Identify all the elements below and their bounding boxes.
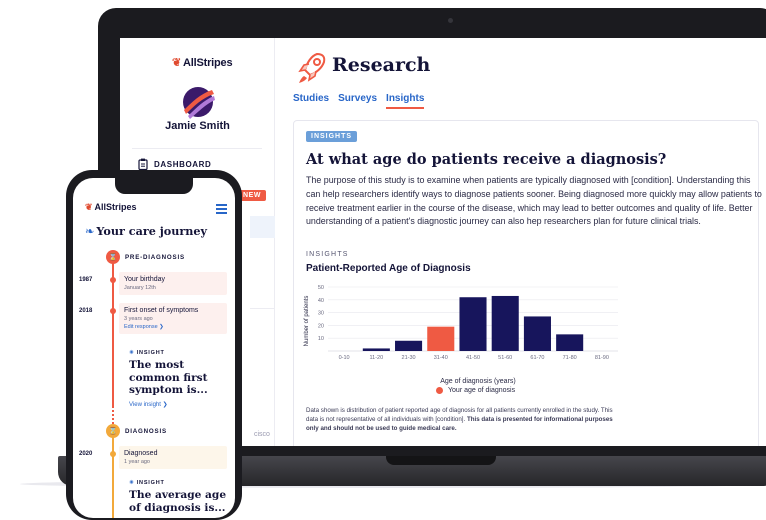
insight-kicker-text: INSIGHT	[136, 350, 165, 356]
insight-card: INSIGHTS At what age do patients receive…	[293, 120, 762, 446]
x-tick-label: 41-50	[466, 355, 480, 361]
edit-response-link[interactable]: Edit response ❯	[124, 324, 222, 330]
phone-brand-logo[interactable]: ❦ AllStripes	[85, 202, 137, 213]
y-tick-label: 40	[318, 298, 324, 304]
insight-kicker-text: INSIGHT	[136, 480, 165, 486]
tab-studies[interactable]: Studies	[293, 93, 329, 109]
x-tick-label: 51-60	[498, 355, 512, 361]
event-year: 1987	[79, 277, 93, 283]
event-subtitle: 1 year ago	[124, 459, 150, 465]
event-subtitle: January 12th	[124, 285, 156, 291]
logo-icon: ❦	[85, 202, 93, 212]
legend-dot	[436, 387, 443, 394]
divider	[250, 308, 275, 309]
x-tick-label: 81-90	[595, 355, 609, 361]
clipboard-icon	[138, 158, 148, 170]
chart-title: Patient-Reported Age of Diagnosis	[306, 263, 471, 274]
view-insight-link[interactable]: View insight ❯	[129, 401, 229, 408]
bar-21-30	[395, 340, 423, 351]
bar-11-20	[362, 348, 390, 351]
tab-bar: Studies Surveys Insights	[293, 93, 425, 109]
camera	[448, 18, 453, 23]
sidebar-item-research[interactable]	[250, 216, 275, 238]
stage-label-pre-diagnosis: PRE-DIAGNOSIS	[125, 254, 185, 261]
insights-pill: INSIGHTS	[306, 131, 358, 142]
phone-brand-name: AllStripes	[94, 202, 137, 212]
timeline-event-symptoms[interactable]: First onset of symptoms 3 years ago Edit…	[119, 303, 227, 334]
age-diagnosis-chart: Number of patients Age of diagnosis (yea…	[304, 285, 618, 385]
hamburger-menu-icon[interactable]	[216, 204, 227, 216]
timeline-dotted-line	[112, 394, 114, 424]
new-badge: NEW	[238, 190, 267, 201]
insight-headline: The most common first symptom is...	[129, 359, 208, 397]
insight-block-symptom: ☀ INSIGHT The most common first symptom i…	[129, 350, 229, 408]
y-tick-label: 50	[318, 285, 324, 291]
x-tick-label: 71-80	[563, 355, 577, 361]
event-year: 2018	[79, 308, 93, 314]
timeline-dot	[110, 277, 116, 283]
brand-logo[interactable]: ❦ AllStripes	[172, 56, 233, 69]
diagnosis-icon: ⌛	[106, 424, 120, 438]
phone-page-title: ❧ Your care journey	[85, 224, 207, 238]
event-title: First onset of symptoms	[124, 307, 199, 314]
divider	[132, 148, 262, 149]
legend-label: Your age of diagnosis	[448, 387, 516, 394]
x-tick-label: 31-40	[434, 355, 448, 361]
bar-71-80	[556, 334, 584, 351]
sidebar-item-label: DASHBOARD	[154, 159, 212, 169]
avatar[interactable]	[178, 82, 218, 122]
lightbulb-icon: ☀	[129, 350, 135, 356]
sidebar-item-dashboard[interactable]: DASHBOARD	[138, 158, 211, 170]
x-axis-label: Age of diagnosis (years)	[440, 378, 515, 385]
bar-41-50	[459, 297, 487, 351]
card-heading: At what age do patients receive a diagno…	[306, 151, 667, 168]
event-title: Your birthday	[124, 276, 165, 283]
y-tick-label: 30	[318, 311, 324, 317]
footprints-icon: ❧	[85, 225, 95, 238]
timeline-line-diagnosis	[112, 434, 114, 518]
bar-51-60	[491, 295, 519, 351]
page-title: Research	[332, 54, 431, 76]
event-year: 2020	[79, 451, 93, 457]
brand-name: AllStripes	[183, 57, 233, 69]
rocket-icon	[298, 52, 326, 83]
tab-surveys[interactable]: Surveys	[338, 93, 377, 109]
stage-label-diagnosis: DIAGNOSIS	[125, 428, 167, 435]
phone-screen: ❦ AllStripes ❧ Your care journey ⌛ PRE-DIA…	[73, 178, 235, 518]
bar-31-40	[427, 326, 455, 351]
timeline-event-birthday[interactable]: Your birthday January 12th	[119, 272, 227, 295]
logo-icon: ❦	[172, 57, 182, 69]
user-name: Jamie Smith	[165, 120, 230, 132]
x-tick-label: 21-30	[402, 355, 416, 361]
lightbulb-icon: ☀	[129, 480, 135, 486]
chart-footnote: Data shown is distribution of patient re…	[306, 406, 626, 434]
timeline-dot	[110, 451, 116, 457]
event-title: Diagnosed	[124, 450, 158, 457]
laptop-notch	[386, 456, 496, 465]
tab-insights[interactable]: Insights	[386, 93, 425, 109]
event-subtitle: 3 years ago	[124, 316, 153, 322]
timeline-event-diagnosed[interactable]: Diagnosed 1 year ago	[119, 446, 227, 469]
sidebar-footer-text: cisco	[254, 431, 270, 438]
section-label: INSIGHTS	[306, 251, 349, 258]
chart-legend: Your age of diagnosis	[436, 387, 515, 394]
phone-notch	[115, 178, 193, 194]
insight-kicker: ☀ INSIGHT	[129, 480, 229, 486]
insight-kicker: ☀ INSIGHT	[129, 350, 229, 356]
timeline-dot	[110, 308, 116, 314]
x-tick-label: 11-20	[369, 355, 383, 361]
y-tick-label: 20	[318, 323, 324, 329]
card-body: The purpose of this study is to examine …	[306, 175, 762, 227]
pre-diagnosis-icon: ⌛	[106, 250, 120, 264]
y-tick-label: 10	[318, 336, 324, 342]
x-tick-label: 61-70	[530, 355, 544, 361]
main-content: Research Studies Surveys Insights INSIGH…	[275, 38, 766, 446]
insight-block-diagnosis: ☀ INSIGHT The average age of diagnosis is…	[129, 480, 229, 514]
phone-title-text: Your care journey	[96, 224, 208, 238]
phone: ❦ AllStripes ❧ Your care journey ⌛ PRE-DIA…	[66, 170, 242, 520]
y-axis-label: Number of patients	[304, 296, 310, 347]
x-tick-label: 0-10	[339, 355, 350, 361]
bar-61-70	[523, 316, 551, 351]
insight-headline: The average age of diagnosis is...	[129, 489, 227, 514]
